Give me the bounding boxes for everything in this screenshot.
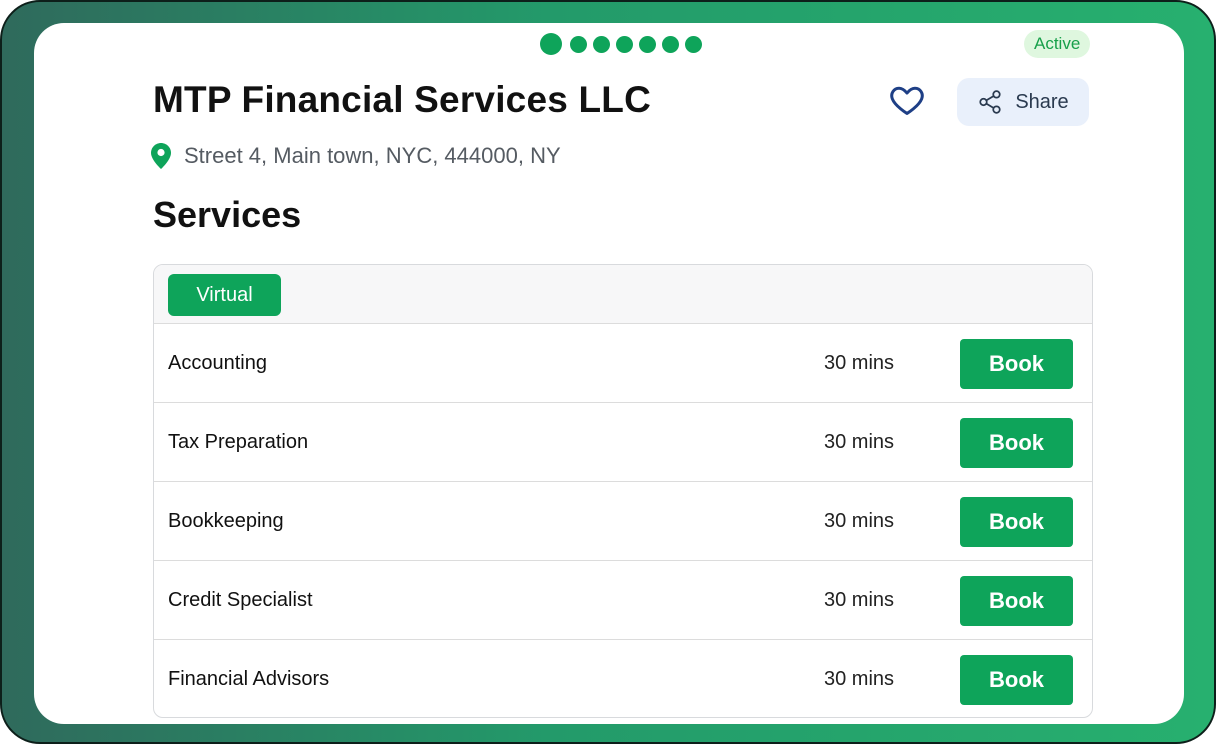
service-duration: 30 mins	[824, 431, 895, 453]
service-duration: 30 mins	[824, 352, 895, 374]
service-name: Bookkeeping	[168, 510, 284, 532]
service-duration: 30 mins	[824, 510, 895, 532]
pagination-dot[interactable]	[662, 35, 679, 53]
service-name: Tax Preparation	[168, 431, 309, 453]
screen: Active MTP Financial Services LLC Share …	[34, 23, 1184, 724]
book-button[interactable]: Book	[960, 339, 1073, 389]
address: Street 4, Main town, NYC, 444000, NY	[151, 143, 561, 169]
share-label: Share	[1015, 90, 1069, 113]
pagination-dot[interactable]	[685, 35, 702, 53]
pagination-dot[interactable]	[616, 35, 633, 53]
pagination-dot[interactable]	[570, 35, 587, 53]
service-duration: 30 mins	[824, 668, 895, 690]
service-duration: 30 mins	[824, 589, 895, 611]
services-table: Virtual Accounting 30 mins Book Tax Prep…	[153, 264, 1093, 718]
services-heading: Services	[153, 194, 302, 235]
book-button[interactable]: Book	[960, 576, 1073, 626]
service-name: Accounting	[168, 352, 267, 374]
service-row: Tax Preparation 30 mins Book	[154, 403, 1092, 482]
address-text: Street 4, Main town, NYC, 444000, NY	[184, 143, 561, 168]
book-button[interactable]: Book	[960, 655, 1073, 705]
pagination-dot[interactable]	[639, 35, 656, 53]
book-button[interactable]: Book	[960, 418, 1073, 468]
location-pin-icon	[151, 143, 171, 169]
service-row: Financial Advisors 30 mins Book	[154, 640, 1092, 717]
service-name: Financial Advisors	[168, 668, 330, 690]
device-frame: Active MTP Financial Services LLC Share …	[0, 0, 1216, 744]
service-row: Bookkeeping 30 mins Book	[154, 482, 1092, 561]
service-row: Credit Specialist 30 mins Book	[154, 561, 1092, 640]
business-name: MTP Financial Services LLC	[153, 79, 652, 120]
service-row: Accounting 30 mins Book	[154, 324, 1092, 403]
tab-virtual[interactable]: Virtual	[168, 274, 281, 316]
heart-icon[interactable]	[888, 81, 926, 119]
book-button[interactable]: Book	[960, 497, 1073, 547]
services-table-header: Virtual	[154, 265, 1092, 324]
service-name: Credit Specialist	[168, 589, 313, 611]
share-button[interactable]: Share	[957, 78, 1089, 126]
status-badge: Active	[1024, 30, 1091, 58]
pagination-dots	[540, 33, 702, 55]
share-icon	[979, 90, 1001, 114]
pagination-dot-active[interactable]	[540, 33, 562, 55]
pagination-dot[interactable]	[593, 35, 610, 53]
